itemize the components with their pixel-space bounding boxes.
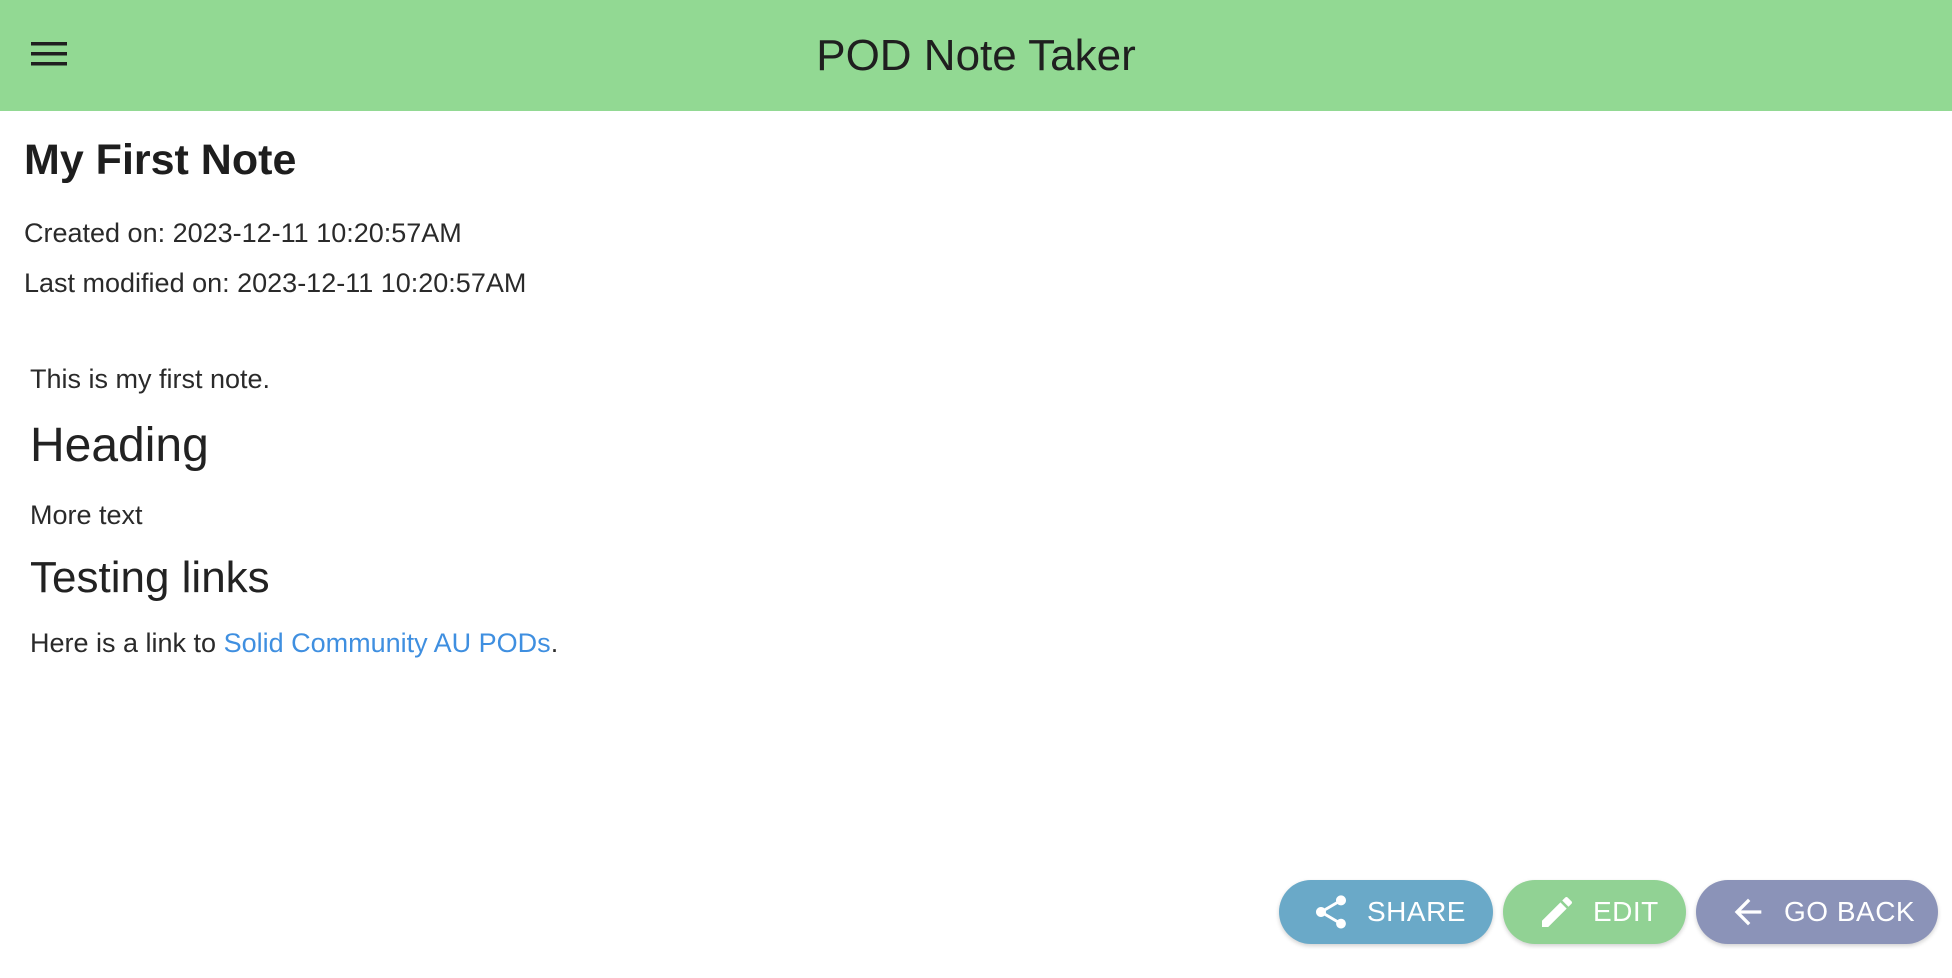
note-link-paragraph: Here is a link to Solid Community AU POD… bbox=[30, 628, 558, 659]
menu-button[interactable] bbox=[20, 27, 78, 85]
app-title: POD Note Taker bbox=[816, 31, 1136, 80]
link-suffix-text: . bbox=[550, 628, 559, 658]
share-button-label: SHARE bbox=[1367, 896, 1466, 927]
created-timestamp: Created on: 2023-12-11 10:20:57AM bbox=[24, 218, 462, 248]
app-bar: POD Note Taker bbox=[0, 0, 1952, 111]
note-paragraph: This is my first note. bbox=[30, 364, 271, 394]
share-icon bbox=[1311, 892, 1351, 932]
note-paragraph: More text bbox=[30, 500, 143, 530]
modified-timestamp: Last modified on: 2023-12-11 10:20:57AM bbox=[24, 268, 527, 298]
link-prefix-text: Here is a link to bbox=[30, 628, 224, 658]
share-button[interactable]: SHARE bbox=[1279, 880, 1493, 944]
pencil-icon bbox=[1537, 892, 1577, 932]
edit-button[interactable]: EDIT bbox=[1503, 880, 1686, 944]
arrow-left-icon bbox=[1728, 892, 1768, 932]
hamburger-menu-icon bbox=[29, 39, 69, 74]
go-back-button-label: GO BACK bbox=[1784, 896, 1916, 927]
note-heading: Heading bbox=[30, 419, 209, 472]
go-back-button[interactable]: GO BACK bbox=[1696, 880, 1938, 944]
note-heading: Testing links bbox=[30, 553, 270, 602]
solid-community-link[interactable]: Solid Community AU PODs bbox=[224, 628, 551, 658]
note-title: My First Note bbox=[24, 136, 297, 184]
edit-button-label: EDIT bbox=[1593, 896, 1659, 927]
